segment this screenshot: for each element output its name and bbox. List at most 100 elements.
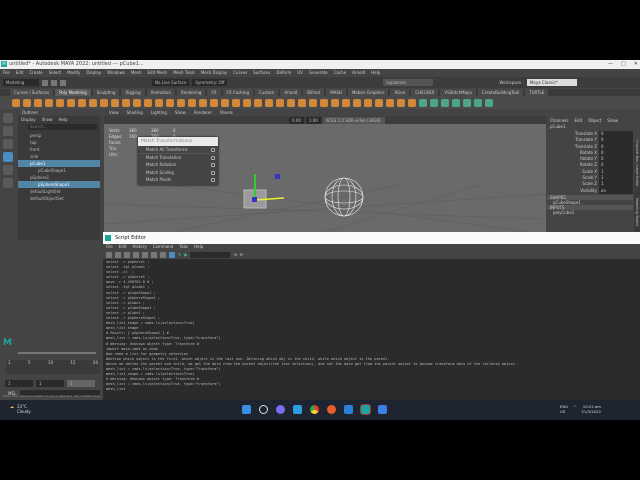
- script-menu-item[interactable]: Edit: [119, 244, 127, 250]
- shelf-tool-icon[interactable]: [89, 98, 97, 107]
- shelf-tool-icon[interactable]: [166, 98, 174, 107]
- open-script-icon[interactable]: [106, 251, 112, 258]
- shelf-tab[interactable]: Motion Graphics: [347, 89, 389, 96]
- app-icon[interactable]: [327, 405, 336, 414]
- outliner-menu-item[interactable]: Help: [59, 116, 68, 123]
- range-end-field[interactable]: 1: [36, 380, 64, 387]
- teams-chat-icon[interactable]: [276, 405, 285, 414]
- shelf-tool-icon[interactable]: [419, 98, 427, 107]
- range-start-field[interactable]: 1: [5, 380, 33, 387]
- menu-item[interactable]: Help: [371, 69, 380, 77]
- user-account[interactable]: kaplamen: [383, 79, 434, 86]
- shelf-tool-icon[interactable]: [331, 98, 339, 107]
- clear-all-icon[interactable]: [160, 251, 166, 258]
- menu-set-dropdown[interactable]: Modeling: [3, 79, 39, 86]
- mail-icon[interactable]: [293, 405, 302, 414]
- shelf-tool-icon[interactable]: [452, 98, 460, 107]
- shelf-tool-icon[interactable]: [243, 98, 251, 107]
- script-menu-item[interactable]: Help: [194, 244, 203, 250]
- shelf-tool-icon[interactable]: [309, 98, 317, 107]
- outliner-item[interactable]: pSphere1: [18, 174, 100, 181]
- maya-taskbar-icon[interactable]: [360, 404, 371, 415]
- time-tick[interactable]: 1: [8, 360, 11, 374]
- shelf-tool-icon[interactable]: [155, 98, 163, 107]
- shelf-tool-icon[interactable]: [133, 98, 141, 107]
- exposure-field[interactable]: 0.00: [289, 116, 304, 124]
- shelf-tool-icon[interactable]: [408, 98, 416, 107]
- option-box-icon[interactable]: [211, 178, 215, 182]
- shelf-tool-icon[interactable]: [67, 98, 75, 107]
- channel-row[interactable]: Visibility on: [547, 187, 633, 194]
- show-both-icon[interactable]: [169, 251, 175, 258]
- menu-item[interactable]: Create: [29, 69, 42, 77]
- source-script-icon[interactable]: [115, 251, 121, 258]
- clear-input-icon[interactable]: [151, 251, 157, 258]
- match-menu-item[interactable]: Match Scaling: [138, 169, 218, 177]
- lasso-tool-icon[interactable]: [3, 126, 13, 136]
- shelf-tool-icon[interactable]: [78, 98, 86, 107]
- horizontal-scrollbar[interactable]: [18, 352, 96, 354]
- viewport-panel[interactable]: View Shading Lighting Show Renderer Panels 0.…: [104, 110, 546, 238]
- new-scene-icon[interactable]: [42, 79, 48, 86]
- option-box-icon[interactable]: [211, 170, 215, 175]
- outliner-item[interactable]: pCubeShape1: [18, 167, 100, 174]
- outliner-item[interactable]: defaultObjectSet: [18, 195, 100, 202]
- shelf-tool-icon[interactable]: [364, 98, 372, 107]
- menu-item[interactable]: Surfaces: [253, 69, 270, 77]
- weather-widget[interactable]: ☁ 23°C Cloudy: [10, 404, 31, 414]
- shelf-tool-icon[interactable]: [353, 98, 361, 107]
- execute-icon[interactable]: ▶: [184, 252, 187, 257]
- side-tab-modeling-toolkit[interactable]: Modeling Toolkit: [635, 198, 639, 226]
- shelf-tool-icon[interactable]: [188, 98, 196, 107]
- workspace-dropdown[interactable]: Maya Classic*: [526, 79, 577, 86]
- menu-item[interactable]: Windows: [107, 69, 125, 77]
- clock[interactable]: 10:22 am 21/3/2022: [582, 404, 601, 414]
- rotate-tool-icon[interactable]: [3, 165, 13, 175]
- shelf-tool-icon[interactable]: [111, 98, 119, 107]
- shelf-tab[interactable]: Curves / Surfaces: [10, 89, 54, 96]
- shelf-tool-icon[interactable]: [265, 98, 273, 107]
- outliner-search-input[interactable]: Search...: [28, 124, 97, 130]
- viewport-menu-item[interactable]: Shading: [127, 110, 143, 116]
- save-scene-icon[interactable]: [60, 79, 66, 86]
- shelf-tab[interactable]: MASH: [326, 89, 346, 96]
- option-box-icon[interactable]: [211, 155, 215, 160]
- shelf-tool-icon[interactable]: [177, 98, 185, 107]
- shelf-tab[interactable]: Rigging: [121, 89, 145, 96]
- colorspace-dropdown[interactable]: ACES 1.0 SDR-video (sRGB): [322, 116, 385, 124]
- viewport-menu-item[interactable]: Panels: [220, 110, 233, 116]
- search-prev-icon[interactable]: ⟲: [233, 252, 236, 257]
- script-menu-item[interactable]: Tabs: [179, 244, 188, 250]
- script-menu-item[interactable]: Command: [153, 244, 174, 250]
- select-tool-icon[interactable]: [3, 113, 13, 123]
- shelf-tool-icon[interactable]: [100, 98, 108, 107]
- outliner-item[interactable]: pCube1: [18, 160, 100, 167]
- search-next-icon[interactable]: ⟳: [240, 252, 243, 257]
- side-tab-channel-box[interactable]: Channel Box / Layer Editor: [635, 140, 639, 187]
- shelf-tab[interactable]: Bifrost: [303, 89, 325, 96]
- echo-all-icon[interactable]: [133, 251, 139, 258]
- menu-item[interactable]: Edit: [16, 69, 24, 77]
- chrome-icon[interactable]: [310, 405, 319, 414]
- shelf-tab[interactable]: Sculpting: [92, 89, 120, 96]
- shelf-tool-icon[interactable]: [485, 98, 493, 107]
- shelf-tool-icon[interactable]: [287, 98, 295, 107]
- match-menu-item[interactable]: Match Rotation: [138, 161, 218, 169]
- outliner-menu-item[interactable]: Display: [21, 116, 36, 123]
- shelf-tab[interactable]: TURTLE: [525, 89, 549, 96]
- maximize-button[interactable]: □: [621, 60, 626, 69]
- shelf-tool-icon[interactable]: [441, 98, 449, 107]
- scale-tool-icon[interactable]: [3, 178, 13, 188]
- shelf-tab[interactable]: Animation: [146, 89, 176, 96]
- menu-item[interactable]: Mesh Display: [201, 69, 228, 77]
- match-menu-item[interactable]: Match Pivots: [138, 176, 218, 184]
- shelf-tool-icon[interactable]: [386, 98, 394, 107]
- option-box-icon[interactable]: [211, 148, 215, 152]
- shelf-tab[interactable]: Rendering: [177, 89, 206, 96]
- shelf-tool-icon[interactable]: [276, 98, 284, 107]
- symmetry-dropdown[interactable]: Symmetry: Off: [192, 79, 228, 86]
- input-node[interactable]: polyCube1: [547, 210, 633, 215]
- paint-select-icon[interactable]: [3, 139, 13, 149]
- outliner-menu-item[interactable]: Show: [42, 116, 53, 123]
- outliner-item[interactable]: top: [18, 139, 100, 146]
